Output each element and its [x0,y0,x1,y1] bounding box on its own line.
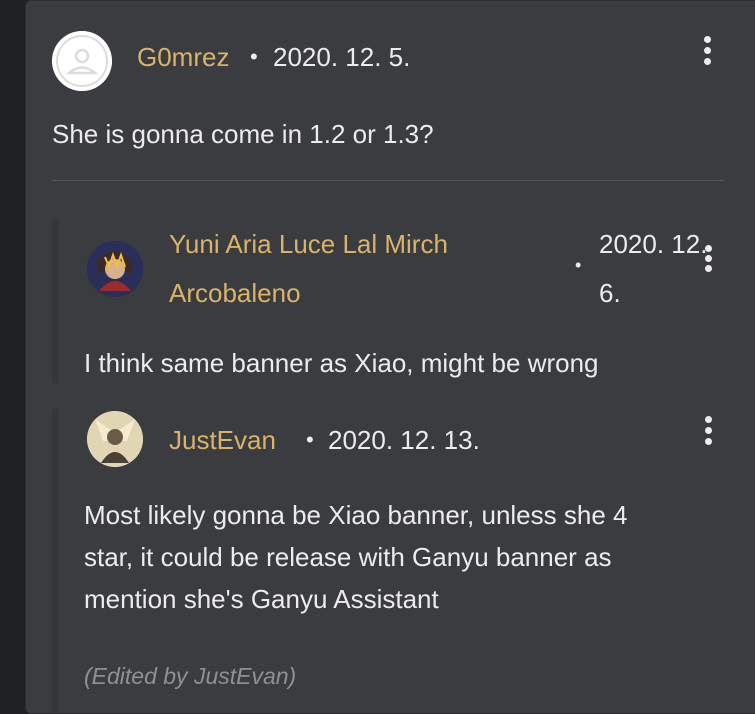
thread-line [52,409,59,713]
character-avatar-icon[interactable] [87,241,143,297]
meta-separator-dot: • [575,255,582,275]
edited-note: (Edited by JustEvan) [84,663,297,689]
reply-date: 2020. 12. 13. [328,425,480,455]
more-vertical-icon[interactable] [703,416,713,446]
comment-card: G0mrez • 2020. 12. 5. She is gonna come … [25,0,755,714]
reply-date-line2: 6. [599,278,621,308]
meta-separator-dot: • [250,44,258,69]
reply-body-line3: mention she's Ganyu Assistant [84,584,439,614]
default-user-avatar-icon[interactable] [52,31,112,91]
comment-body: She is gonna come in 1.2 or 1.3? [52,119,434,149]
more-vertical-icon[interactable] [703,245,713,275]
thread-line [52,219,59,383]
reply-author-line1[interactable]: Yuni Aria Luce Lal Mirch [169,229,448,260]
reply-author-line2[interactable]: Arcobaleno [169,278,301,309]
character-avatar-icon[interactable] [87,411,143,467]
meta-separator-dot: • [306,427,314,452]
comment-author[interactable]: G0mrez [137,42,229,73]
reply-body-line2: star, it could be release with Ganyu ban… [84,542,612,572]
reply-author[interactable]: JustEvan [169,425,276,456]
more-vertical-icon[interactable] [702,36,712,66]
reply-body: I think same banner as Xiao, might be wr… [84,348,599,378]
reply-body-line1: Most likely gonna be Xiao banner, unless… [84,500,628,530]
divider [52,180,724,181]
comment-date: 2020. 12. 5. [273,42,411,72]
reply-date-line1: 2020. 12. [599,229,708,259]
